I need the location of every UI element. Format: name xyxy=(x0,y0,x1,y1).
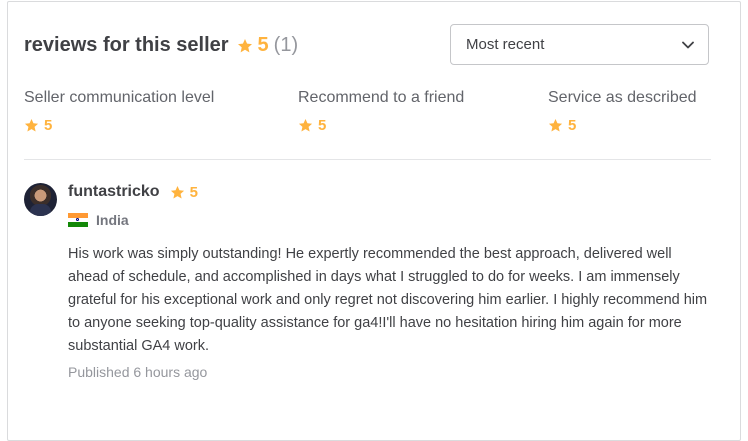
metric-value: 5 xyxy=(298,117,464,134)
metric-label: Seller communication level xyxy=(24,89,215,106)
star-icon xyxy=(237,38,253,54)
avatar[interactable] xyxy=(24,183,57,216)
metric-value: 5 xyxy=(548,117,697,134)
metric-rating: 5 xyxy=(318,117,327,134)
reviews-header: reviews for this seller 5 (1) xyxy=(24,34,298,57)
star-icon xyxy=(548,118,563,133)
reviewer-country: India xyxy=(68,212,129,228)
divider xyxy=(24,159,711,160)
chevron-down-icon xyxy=(682,41,694,48)
metric-label: Recommend to a friend xyxy=(298,89,465,106)
reviewer-username[interactable]: funtastricko xyxy=(68,183,160,201)
star-icon xyxy=(24,118,39,133)
review-text: His work was simply outstanding! He expe… xyxy=(68,246,708,354)
reviews-title: reviews for this seller xyxy=(24,34,229,56)
reviewer-rating: 5 xyxy=(189,183,198,201)
metric-rating: 5 xyxy=(568,117,577,134)
metric-recommend: Recommend to a friend 5 xyxy=(298,89,464,134)
metric-label: Service as described xyxy=(548,89,697,106)
sort-selected-value: Most recent xyxy=(466,36,545,53)
country-name: India xyxy=(96,212,129,228)
metric-value: 5 xyxy=(24,117,214,134)
metric-rating: 5 xyxy=(44,117,53,134)
star-icon xyxy=(170,185,185,200)
metric-service-as-described: Service as described 5 xyxy=(548,89,697,134)
india-flag-icon xyxy=(68,213,88,228)
published-time: Published 6 hours ago xyxy=(68,364,208,380)
reviewer-info: funtastricko 5 xyxy=(68,183,198,201)
metric-seller-communication: Seller communication level 5 xyxy=(24,89,214,134)
sort-dropdown[interactable]: Most recent xyxy=(450,24,709,65)
overall-rating: 5 xyxy=(257,34,269,56)
review-count: (1) xyxy=(273,34,299,56)
star-icon xyxy=(298,118,313,133)
